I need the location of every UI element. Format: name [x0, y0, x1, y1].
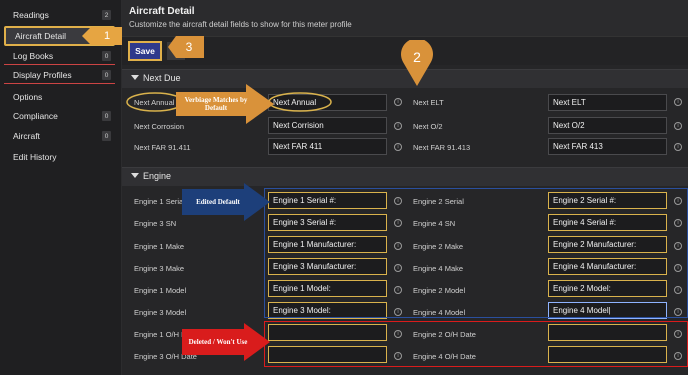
- field-label: Engine 4 SN: [413, 219, 456, 228]
- text-input[interactable]: [548, 324, 667, 341]
- info-icon[interactable]: i: [674, 98, 682, 106]
- text-input[interactable]: Engine 4 Manufacturer:: [548, 258, 667, 275]
- info-icon[interactable]: i: [394, 308, 402, 316]
- info-icon[interactable]: i: [674, 264, 682, 272]
- step-2-number: 2: [413, 49, 421, 65]
- sidebar-item-label: Compliance: [13, 111, 58, 121]
- info-icon[interactable]: i: [394, 122, 402, 130]
- field-label: Engine 3 SN: [134, 219, 177, 228]
- sidebar-item-log-books[interactable]: Log Books 0: [4, 47, 115, 65]
- info-icon[interactable]: i: [394, 197, 402, 205]
- field-label: Engine 1 Make: [134, 242, 185, 251]
- sidebar-item-label: Edit History: [13, 152, 57, 162]
- field-label: Engine 2 Model: [413, 286, 466, 295]
- page-subtitle: Customize the aircraft detail fields to …: [129, 20, 352, 29]
- count-badge: 0: [102, 70, 111, 80]
- sidebar-item-aircraft[interactable]: Aircraft 0: [4, 127, 115, 145]
- info-icon[interactable]: i: [674, 242, 682, 250]
- text-input[interactable]: Engine 2 Model:: [548, 280, 667, 297]
- text-input[interactable]: Next FAR 413: [548, 138, 667, 155]
- info-icon[interactable]: i: [394, 330, 402, 338]
- field-label: Engine 4 Model: [413, 308, 466, 317]
- info-icon[interactable]: i: [394, 242, 402, 250]
- text-input[interactable]: Engine 3 Model:: [268, 302, 387, 319]
- sidebar-item-display-profiles[interactable]: Display Profiles 0: [4, 66, 115, 84]
- count-badge: 0: [102, 51, 111, 61]
- sidebar-item-label: Readings: [13, 10, 49, 20]
- field-label: Engine 4 O/H Date: [413, 352, 476, 361]
- text-input[interactable]: Engine 1 Manufacturer:: [268, 236, 387, 253]
- deleted-callout-text: Deleted / Won't Use: [188, 338, 248, 346]
- info-icon[interactable]: i: [674, 219, 682, 227]
- page-header: Aircraft Detail Customize the aircraft d…: [122, 0, 688, 37]
- sidebar-item-edit-history[interactable]: Edit History: [4, 148, 115, 166]
- sidebar-item-options[interactable]: Options: [4, 88, 115, 106]
- sidebar: Readings 2 Aircraft Detail Log Books 0 D…: [0, 0, 122, 375]
- text-input[interactable]: Engine 3 Manufacturer:: [268, 258, 387, 275]
- info-icon[interactable]: i: [394, 219, 402, 227]
- field-label: Next ELT: [413, 98, 444, 107]
- text-input[interactable]: [268, 346, 387, 363]
- sidebar-item-label: Aircraft Detail: [15, 31, 67, 41]
- value-highlight-oval: [268, 92, 332, 112]
- collapse-caret-icon: [131, 173, 139, 178]
- field-label: Next FAR 91.411: [134, 143, 191, 152]
- count-badge: 0: [102, 131, 111, 141]
- sidebar-item-label: Display Profiles: [13, 69, 72, 80]
- page-title: Aircraft Detail: [129, 6, 195, 17]
- text-input[interactable]: Next FAR 411: [268, 138, 387, 155]
- field-label: Engine 2 Serial: [413, 197, 464, 206]
- info-icon[interactable]: i: [394, 286, 402, 294]
- text-input[interactable]: Engine 1 Serial #:: [268, 192, 387, 209]
- text-input[interactable]: Next Corrision: [268, 117, 387, 134]
- info-icon[interactable]: i: [394, 98, 402, 106]
- info-icon[interactable]: i: [674, 143, 682, 151]
- verbiage-callout-text: Verbiage Matches by Default: [184, 96, 248, 112]
- step-3-number: 3: [185, 40, 193, 54]
- text-input[interactable]: Engine 3 Serial #:: [268, 214, 387, 231]
- info-icon[interactable]: i: [674, 330, 682, 338]
- text-input[interactable]: Engine 4 Model|: [548, 302, 667, 319]
- info-icon[interactable]: i: [394, 264, 402, 272]
- field-label: Next O/2: [413, 122, 443, 131]
- field-label: Engine 3 Model: [134, 308, 187, 317]
- edited-callout-text: Edited Default: [196, 198, 240, 206]
- info-icon[interactable]: i: [394, 352, 402, 360]
- count-badge: 2: [102, 10, 111, 20]
- field-label: Engine 3 Make: [134, 264, 185, 273]
- text-input[interactable]: [268, 324, 387, 341]
- sidebar-item-compliance[interactable]: Compliance 0: [4, 107, 115, 125]
- field-label: Engine 2 Make: [413, 242, 464, 251]
- text-input[interactable]: Next ELT: [548, 94, 667, 111]
- sidebar-item-label: Aircraft: [13, 131, 40, 141]
- text-input[interactable]: Next O/2: [548, 117, 667, 134]
- text-input[interactable]: Engine 4 Serial #:: [548, 214, 667, 231]
- field-label: Engine 1 Model: [134, 286, 187, 295]
- info-icon[interactable]: i: [674, 308, 682, 316]
- info-icon[interactable]: i: [674, 352, 682, 360]
- field-label: Next FAR 91.413: [413, 143, 471, 152]
- info-icon[interactable]: i: [674, 122, 682, 130]
- info-icon[interactable]: i: [674, 286, 682, 294]
- sidebar-item-readings[interactable]: Readings 2: [4, 6, 115, 24]
- text-input[interactable]: [548, 346, 667, 363]
- section-title: Engine: [143, 171, 172, 181]
- info-icon[interactable]: i: [394, 143, 402, 151]
- text-input[interactable]: Engine 2 Serial #:: [548, 192, 667, 209]
- field-label: Engine 4 Make: [413, 264, 464, 273]
- section-title: Next Due: [143, 73, 181, 83]
- field-label: Engine 2 O/H Date: [413, 330, 476, 339]
- text-input[interactable]: Engine 2 Manufacturer:: [548, 236, 667, 253]
- save-button[interactable]: Save: [128, 41, 162, 61]
- collapse-caret-icon: [131, 75, 139, 80]
- sidebar-item-label: Log Books: [13, 50, 54, 61]
- sidebar-item-label: Options: [13, 92, 43, 102]
- step-1-number: 1: [103, 30, 111, 42]
- info-icon[interactable]: i: [674, 197, 682, 205]
- count-badge: 0: [102, 111, 111, 121]
- text-input[interactable]: Engine 1 Model:: [268, 280, 387, 297]
- field-label: Engine 1 Serial: [134, 197, 185, 206]
